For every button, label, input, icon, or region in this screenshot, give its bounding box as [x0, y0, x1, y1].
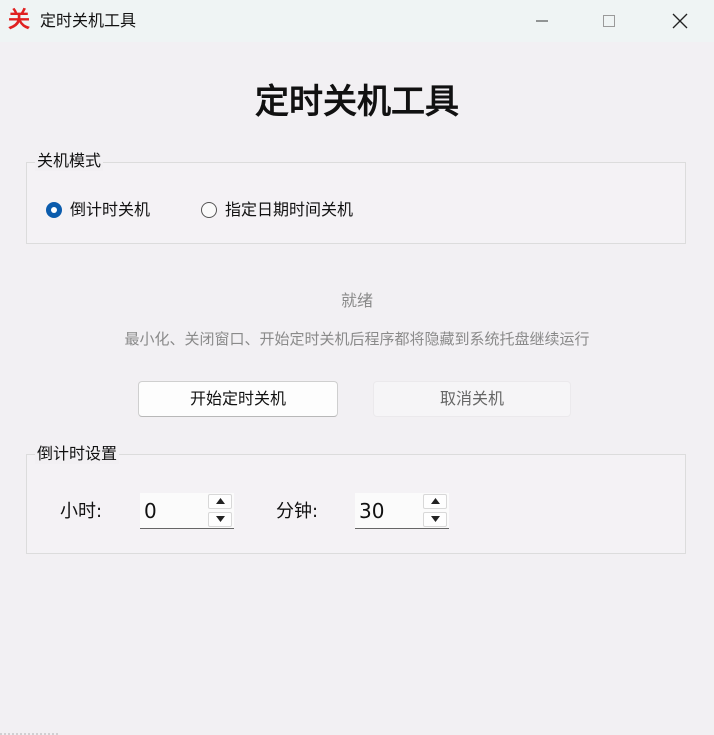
- arrow-up-icon: [216, 498, 225, 504]
- tray-hint-text: 最小化、关闭窗口、开始定时关机后程序都将隐藏到系统托盘继续运行: [124, 330, 590, 348]
- hours-decrement-button[interactable]: [208, 512, 232, 527]
- arrow-up-icon: [431, 498, 440, 504]
- arrow-down-icon: [216, 516, 225, 522]
- hours-spinbox[interactable]: 0: [140, 493, 234, 529]
- radio-checked-icon: [46, 202, 62, 218]
- minutes-value[interactable]: 30: [359, 498, 384, 524]
- maximize-icon: [603, 15, 615, 27]
- title-bar[interactable]: 关 定时关机工具: [0, 0, 714, 42]
- main-window: 关 定时关机工具 定时关机工具 关机模式 倒计时关机 指定日期时间关机 就绪 最…: [0, 0, 714, 735]
- radio-countdown-label: 倒计时关机: [70, 200, 151, 219]
- hours-value[interactable]: 0: [144, 498, 157, 524]
- radio-unchecked-icon: [201, 202, 217, 218]
- minutes-increment-button[interactable]: [423, 494, 447, 509]
- radio-datetime-shutdown[interactable]: 指定日期时间关机: [201, 198, 353, 222]
- shutdown-mode-group-title: 关机模式: [35, 151, 104, 171]
- window-title: 定时关机工具: [40, 11, 137, 30]
- minimize-button[interactable]: [513, 0, 571, 42]
- arrow-down-icon: [431, 516, 440, 522]
- hours-increment-button[interactable]: [208, 494, 232, 509]
- minutes-label: 分钟:: [276, 501, 319, 522]
- close-button[interactable]: [651, 0, 709, 42]
- page-title: 定时关机工具: [255, 82, 459, 122]
- hours-label: 小时:: [60, 501, 103, 522]
- radio-datetime-label: 指定日期时间关机: [225, 200, 354, 219]
- minutes-spinbox[interactable]: 30: [355, 493, 449, 529]
- radio-countdown-shutdown[interactable]: 倒计时关机: [46, 198, 150, 222]
- minutes-decrement-button[interactable]: [423, 512, 447, 527]
- minimize-icon: [536, 20, 548, 22]
- countdown-settings-group-title: 倒计时设置: [35, 444, 120, 464]
- status-label: 就绪: [340, 291, 373, 310]
- cancel-shutdown-button[interactable]: 取消关机: [373, 381, 571, 417]
- resize-grip[interactable]: [0, 727, 60, 735]
- start-shutdown-button[interactable]: 开始定时关机: [138, 381, 338, 417]
- app-icon: 关: [7, 8, 30, 33]
- maximize-button[interactable]: [580, 0, 638, 42]
- close-icon: [672, 13, 688, 29]
